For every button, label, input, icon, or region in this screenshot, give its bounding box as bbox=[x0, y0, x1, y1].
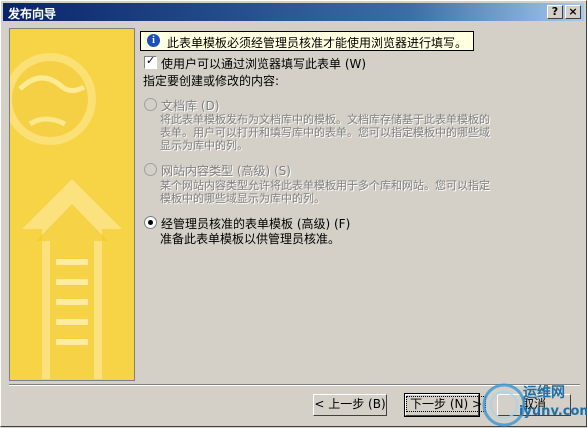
info-banner: i 此表单模板必须经管理员核准才能使用浏览器进行填写。 bbox=[140, 31, 474, 51]
wizard-graphic-icon bbox=[10, 29, 134, 380]
document-library-radio bbox=[144, 98, 157, 111]
wizard-content: i 此表单模板必须经管理员核准才能使用浏览器进行填写。 ✓ 使用户可以通过浏览器填… bbox=[138, 28, 581, 379]
site-content-type-label: 网站内容类型 (高级) (S) bbox=[161, 164, 291, 178]
back-button[interactable]: < 上一步 (B) bbox=[313, 394, 387, 416]
footer-separator bbox=[9, 384, 580, 386]
admin-approved-radio[interactable] bbox=[144, 216, 157, 229]
wizard-banner-image bbox=[9, 28, 135, 381]
site-content-type-description: 某个网站内容类型允许将此表单模板用于多个库和网站。您可以指定模板中的哪些域显示为… bbox=[160, 179, 490, 205]
cancel-button[interactable]: 取消 bbox=[497, 394, 571, 416]
browser-enable-checkbox[interactable]: ✓ bbox=[144, 54, 157, 69]
option-site-content-type: 网站内容类型 (高级) (S) bbox=[144, 162, 291, 179]
next-button[interactable]: 下一步 (N) > bbox=[404, 393, 487, 417]
next-button-label: 下一步 (N) > bbox=[406, 396, 487, 412]
option-document-library: 文档库 (D) bbox=[144, 97, 219, 114]
checkmark-icon: ✓ bbox=[146, 54, 156, 67]
help-button[interactable]: ? bbox=[547, 5, 563, 19]
site-content-type-radio bbox=[144, 163, 157, 176]
info-icon: i bbox=[147, 34, 160, 47]
document-library-label: 文档库 (D) bbox=[161, 99, 220, 113]
option-admin-approved-template[interactable]: 经管理员核准的表单模板 (高级) (F) bbox=[144, 215, 350, 232]
publishing-wizard-dialog: 发布向导 ? × i 此表单模板必须经管理员核准才能使用浏览器进行填写。 ✓ 使用… bbox=[0, 0, 587, 427]
close-button[interactable]: × bbox=[565, 5, 581, 19]
browser-enable-label[interactable]: 使用户可以通过浏览器填写此表单 (W) bbox=[161, 57, 366, 71]
content-type-prompt: 指定要创建或修改的内容: bbox=[143, 74, 280, 88]
radio-selected-dot bbox=[148, 220, 153, 225]
admin-approved-description: 准备此表单模板以供管理员核准。 bbox=[160, 232, 341, 246]
browser-enable-checkbox-row[interactable]: ✓ 使用户可以通过浏览器填写此表单 (W) bbox=[144, 54, 366, 72]
info-text: 此表单模板必须经管理员核准才能使用浏览器进行填写。 bbox=[167, 36, 468, 50]
document-library-description: 将此表单模板发布为文档库中的模板。文档库存储基于此表单模板的表单。用户可以打开和… bbox=[160, 113, 490, 152]
admin-approved-label[interactable]: 经管理员核准的表单模板 (高级) (F) bbox=[161, 217, 350, 231]
title-bar[interactable]: 发布向导 ? × bbox=[3, 3, 584, 21]
window-title: 发布向导 bbox=[8, 7, 57, 21]
